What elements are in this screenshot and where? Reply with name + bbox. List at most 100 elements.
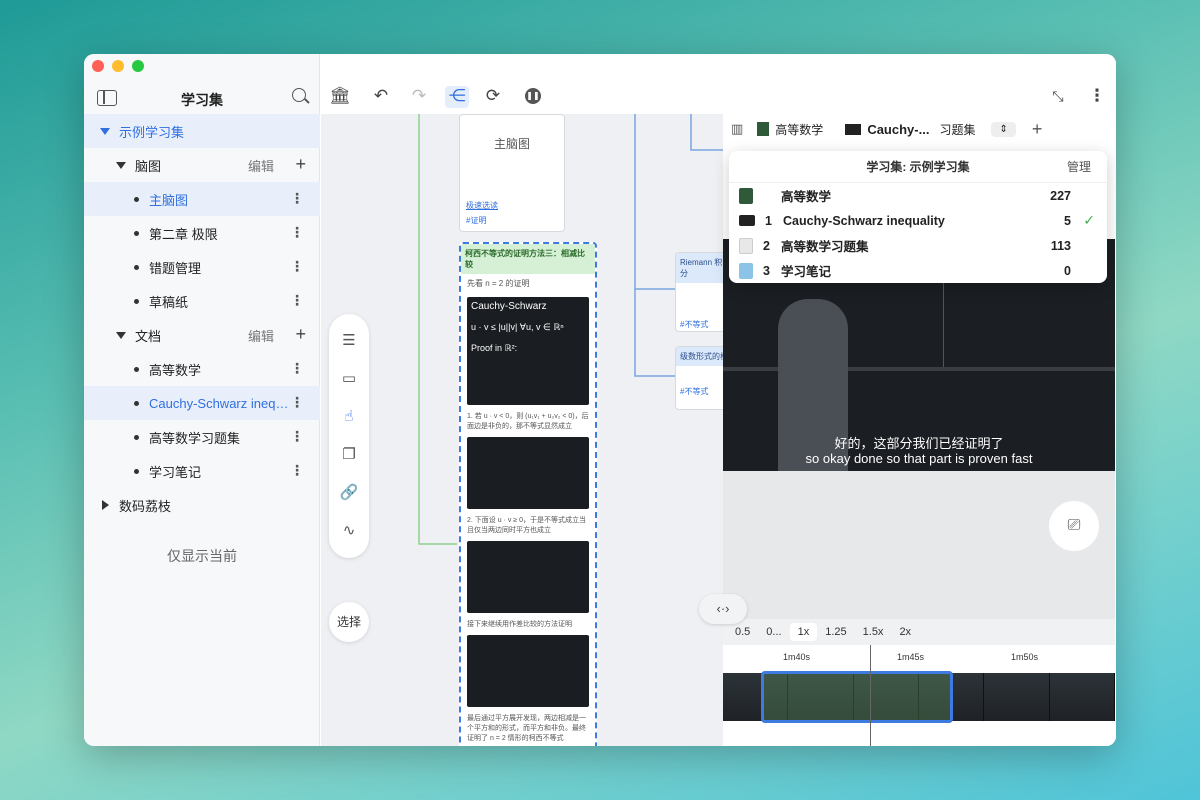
tree-group-docs[interactable]: 文档 编辑 + [84,318,320,352]
pause-icon[interactable]: ❚❚ [525,88,541,104]
add-icon[interactable]: + [295,154,306,175]
zoom-window-button[interactable] [132,60,144,72]
tree-item[interactable]: 草稿纸 ⋮ [84,284,320,318]
popup-row[interactable]: 1 Cauchy-Schwarz inequality 5 ✓ [729,208,1107,233]
bullet-icon [134,400,139,406]
tab-exercises[interactable]: 习题集 [939,121,975,138]
node-tag[interactable]: #证明 [460,215,564,226]
speed-option[interactable]: 1.25 [817,623,854,641]
speed-option[interactable]: 1.5x [855,623,892,641]
more-icon[interactable]: ⋮ [290,190,304,207]
popup-row[interactable]: 高等数学 227 [729,183,1107,208]
bullet-icon [134,230,139,236]
math-line: u · v ≤ |u||v| ∀u, v ∈ ℝⁿ [471,322,564,332]
close-window-button[interactable] [92,60,104,72]
library-icon[interactable]: 🏛 [329,86,351,106]
chevron-down-icon [100,127,110,135]
tree-item-label: 高等数学 [149,362,202,378]
tree-group-other[interactable]: 数码荔枝 [84,488,320,522]
speed-option-active[interactable]: 1x [789,623,818,641]
row-count: 113 [1050,238,1071,253]
card-text: 2. 下面设 u · v ≥ 0，于是不等式成立当且仅当两边同时平方也成立 [467,517,586,534]
popup-row[interactable]: 2 高等数学习题集 113 [729,233,1107,258]
row-name: Cauchy-Schwarz inequality [783,213,945,228]
select-button[interactable]: 选择 [329,602,369,642]
tree-item-label: 主脑图 [149,192,189,208]
tree-item[interactable]: 高等数学 ⋮ [84,352,320,386]
redo-icon[interactable]: ↷ [409,86,429,106]
tree-item[interactable]: 错题管理 ⋮ [84,250,320,284]
tree-root[interactable]: 示例学习集 [84,114,320,148]
mindmap-canvas[interactable]: ☰ ▭ ☝ ❐ 🔗 ∿ 选择 主脑图 极速选读 #证明 柯西不等式的证明方法三：… [321,114,723,746]
card-text: 最后通过平方展开发现，两边相减是一个平方和的形式，而平方和非负。最终证明了 n … [467,715,586,742]
more-icon[interactable]: ⋮ [290,428,304,445]
add-tab-icon[interactable]: + [1032,119,1043,140]
video-timeline[interactable]: 1m40s 1m45s 1m50s [723,645,1115,746]
mindmap-node-series[interactable]: 级数形式的柯 #不等式 [675,346,723,410]
manage-button[interactable]: 管理 [1067,151,1091,183]
speed-option[interactable]: 0.5 [727,623,758,641]
bullet-icon [134,264,139,270]
speed-option[interactable]: 2x [891,623,919,641]
time-tick: 1m45s [897,652,925,662]
mindmap-node-card[interactable]: 柯西不等式的证明方法三：相减比较 先看 n = 2 的证明 Cauchy-Sch… [459,242,597,746]
more-menu-icon[interactable]: ⋮ [1087,86,1107,106]
mindmap-node-riemann[interactable]: Riemann 积分 #不等式 [675,252,723,332]
more-icon[interactable]: ⋮ [290,292,304,309]
video-frame-image [467,635,589,707]
mindmap-node-main[interactable]: 主脑图 极速选读 #证明 [459,114,565,232]
minimize-window-button[interactable] [112,60,124,72]
screenshot-icon[interactable]: ⎚ [1049,501,1099,551]
edit-button[interactable]: 编辑 [248,326,274,345]
clip-selection[interactable] [761,671,953,723]
node-link[interactable]: 极速选读 [460,200,564,211]
tab-document[interactable]: 高等数学 [775,121,823,138]
more-icon[interactable]: ⋮ [290,258,304,275]
sync-icon[interactable]: ⟳ [483,86,503,106]
mindmap-icon[interactable]: ⋲ [445,86,469,108]
tab-video[interactable]: Cauchy-... [867,122,929,137]
group-label: 数码荔枝 [119,498,172,514]
bullet-icon [134,366,139,372]
row-count: 0 [1064,263,1071,278]
playhead[interactable] [870,645,871,746]
list-icon[interactable]: ☰ [329,322,369,360]
sort-icon[interactable]: ⇕ [991,121,1016,137]
row-count: 5 [1064,213,1071,228]
node-tag[interactable]: #不等式 [676,366,723,397]
pointer-icon[interactable]: ☝ [329,398,369,436]
tree-item[interactable]: Cauchy-Schwarz inequ... ⋮ [84,386,320,420]
tree-item-label: 第二章 极限 [149,226,218,242]
study-set-tree: 示例学习集 脑图 编辑 + 主脑图 ⋮ 第二章 极限 ⋮ 错题管理 ⋮ 草稿纸 … [84,114,320,522]
more-icon[interactable]: ⋮ [290,394,304,411]
tree-item[interactable]: 第二章 极限 ⋮ [84,216,320,250]
more-icon[interactable]: ⋮ [290,360,304,377]
show-current-button[interactable]: 仅显示当前 [84,546,320,566]
notebook-icon [739,262,753,279]
edit-button[interactable]: 编辑 [248,156,274,175]
tree-item-label: Cauchy-Schwarz inequ... [149,395,289,411]
collapse-icon[interactable]: ⤡ [1048,86,1068,106]
tree-group-mindmap[interactable]: 脑图 编辑 + [84,148,320,182]
search-icon[interactable] [292,88,306,102]
math-title: Cauchy-Schwarz [471,301,547,312]
speed-option[interactable]: 0... [758,623,789,641]
link-icon[interactable]: 🔗 [329,474,369,512]
tree-item[interactable]: 主脑图 ⋮ [84,182,320,216]
tree-item[interactable]: 高等数学习题集 ⋮ [84,420,320,454]
tree-item[interactable]: 学习笔记 ⋮ [84,454,320,488]
row-name: 高等数学习题集 [781,240,869,254]
more-icon[interactable]: ⋮ [290,224,304,241]
node-tag[interactable]: #不等式 [676,283,723,330]
copy-icon[interactable]: ❐ [329,436,369,474]
split-resize-icon[interactable]: ‹·› [699,594,747,624]
video-icon [739,215,755,226]
layout-icon[interactable]: ▭ [329,360,369,398]
row-number: 3 [763,263,770,278]
more-icon[interactable]: ⋮ [290,462,304,479]
add-icon[interactable]: + [295,324,306,345]
undo-icon[interactable]: ↶ [371,86,391,106]
popup-row[interactable]: 3 学习笔记 0 [729,258,1107,283]
panel-toggle-icon[interactable]: ▥ [731,121,743,137]
pen-icon[interactable]: ∿ [329,512,369,550]
